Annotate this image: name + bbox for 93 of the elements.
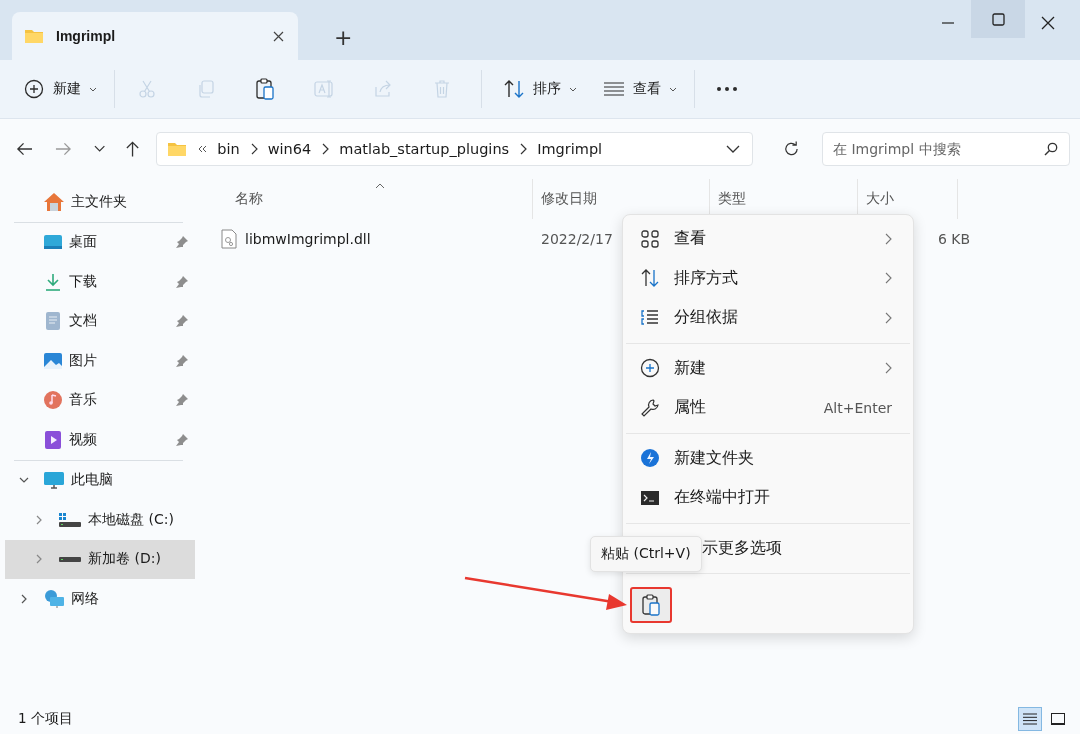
maximize-button[interactable] — [971, 0, 1025, 38]
chevron-icon[interactable] — [519, 143, 528, 155]
chevron-icon[interactable] — [321, 143, 330, 155]
chevron-icon[interactable] — [249, 143, 258, 155]
close-icon[interactable] — [1041, 16, 1055, 30]
back-icon[interactable] — [16, 141, 33, 157]
video-icon — [43, 429, 63, 450]
home-icon — [43, 191, 65, 212]
pin-icon[interactable] — [175, 393, 189, 408]
view-button[interactable]: 查看 — [594, 69, 686, 109]
download-arrow-icon — [43, 271, 63, 292]
sidebar-item[interactable]: 此电脑 — [0, 460, 195, 500]
sidebar-item[interactable]: 网络 — [0, 579, 195, 619]
sidebar-item[interactable]: 文档 — [0, 301, 195, 341]
breadcrumb[interactable]: Imgrimpl — [537, 141, 603, 157]
sidebar-item[interactable]: 本地磁盘 (C:) — [5, 500, 195, 540]
pin-icon[interactable] — [175, 432, 189, 447]
caret-icon — [89, 86, 97, 92]
recent-locations-icon[interactable] — [93, 145, 106, 153]
file-name[interactable]: libmwImgrimpl.dll — [245, 231, 371, 247]
scissors-icon — [136, 78, 158, 100]
dropdown-icon[interactable] — [726, 145, 741, 153]
music-note-icon — [43, 390, 63, 411]
maximize-icon — [991, 12, 1005, 26]
item-count: 1 个项目 — [18, 710, 73, 728]
chevron-icon[interactable] — [19, 593, 29, 604]
plus-circle-icon — [640, 358, 660, 379]
tooltip: 粘贴 (Ctrl+V) — [590, 536, 702, 572]
tab-title: Imgrimpl — [56, 28, 117, 44]
search-icon[interactable] — [1044, 142, 1058, 156]
up-icon[interactable] — [125, 140, 141, 158]
paste-button[interactable] — [630, 587, 672, 623]
sidebar-item[interactable]: 音乐 — [0, 380, 195, 420]
folder-icon — [167, 141, 188, 157]
sort-arrows-icon — [640, 268, 660, 289]
refresh-icon[interactable] — [783, 140, 800, 158]
breadcrumb[interactable]: win64 — [267, 141, 312, 157]
clipboard-icon — [254, 78, 276, 100]
pin-icon[interactable] — [175, 274, 189, 289]
more-icon — [716, 86, 738, 92]
window-tab[interactable]: Imgrimpl — [12, 12, 298, 60]
picture-icon — [43, 350, 63, 371]
breadcrumb[interactable]: matlab_startup_plugins — [339, 141, 510, 157]
shortcut-label: Alt+Enter — [823, 399, 892, 416]
menu-item[interactable]: 在终端中打开 — [626, 478, 910, 518]
rename-icon — [313, 78, 335, 100]
menu-item[interactable]: 新建 — [626, 348, 910, 388]
menu-item[interactable]: 分组依据 — [626, 298, 910, 338]
new-tab-button[interactable]: + — [334, 25, 353, 50]
new-button[interactable]: 新建 — [14, 69, 106, 109]
menu-item[interactable]: 属性 Alt+Enter — [626, 388, 910, 428]
details-view-button[interactable] — [1018, 707, 1042, 731]
clipboard-icon — [641, 594, 661, 616]
drive-icon — [58, 511, 82, 528]
folder-icon — [24, 28, 44, 44]
lines-icon — [1023, 713, 1037, 725]
sidebar-item[interactable]: 新加卷 (D:) — [5, 539, 195, 579]
sidebar-item[interactable]: 桌面 — [0, 222, 195, 262]
square-icon — [1051, 713, 1065, 725]
grid-icon — [640, 228, 660, 249]
sort-arrows-icon — [503, 78, 525, 100]
file-icon — [221, 229, 237, 249]
wrench-icon — [640, 397, 660, 418]
network-icon — [43, 588, 65, 609]
caret-icon — [669, 86, 677, 92]
plus-circle-icon — [23, 78, 45, 100]
menu-item[interactable]: 新建文件夹 — [626, 438, 910, 478]
caret-icon — [569, 86, 577, 92]
forward-icon[interactable] — [54, 141, 72, 157]
search-field[interactable]: 在 Imgrimpl 中搜索 — [822, 132, 1070, 166]
pin-icon[interactable] — [175, 235, 189, 250]
column-header[interactable]: 名称 — [221, 179, 533, 219]
pin-icon[interactable] — [175, 314, 189, 329]
sidebar-item[interactable]: 主文件夹 — [0, 182, 195, 222]
drive-icon — [58, 555, 82, 563]
breadcrumb[interactable]: bin — [217, 141, 240, 157]
address-bar[interactable]: bin win64 matlab_startup_plugins Imgrimpl — [156, 132, 754, 166]
double-chevron-icon[interactable] — [197, 144, 208, 154]
menu-item[interactable]: 排序方式 — [626, 258, 910, 298]
sidebar-item[interactable]: 视频 — [0, 420, 195, 460]
close-tab-icon[interactable] — [273, 30, 284, 42]
sidebar-item[interactable]: 下载 — [0, 262, 195, 302]
pin-icon[interactable] — [175, 353, 189, 368]
sort-caret-icon — [375, 183, 385, 189]
document-icon — [43, 311, 63, 332]
monitor-icon — [43, 470, 65, 491]
lightning-icon — [640, 448, 660, 469]
sort-button[interactable]: 排序 — [494, 69, 586, 109]
table-cell: 6 KB — [938, 231, 971, 247]
list-icon — [640, 307, 660, 328]
table-cell: 2022/2/17 — [541, 231, 613, 247]
menu-item[interactable]: 查看 — [626, 219, 910, 259]
sidebar-item[interactable]: 图片 — [0, 341, 195, 381]
